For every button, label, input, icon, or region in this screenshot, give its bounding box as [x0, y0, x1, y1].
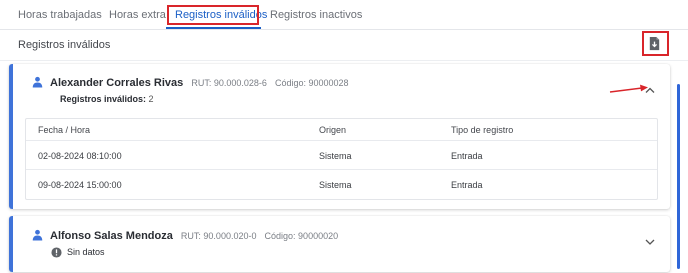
invalid-records-count: 2: [148, 94, 154, 104]
active-tab-indicator: [166, 27, 261, 29]
employee-header: Alexander Corrales Rivas RUT: 90.000.028…: [50, 77, 349, 89]
invalid-records-label: Registros inválidos:: [60, 94, 147, 104]
cell-origen: Sistema: [319, 151, 352, 161]
no-data-status: Sin datos: [51, 247, 105, 258]
person-icon: [32, 229, 43, 241]
chevron-down-icon[interactable]: [645, 238, 655, 246]
invalid-records-table: Fecha / Hora Origen Tipo de registro 02-…: [25, 118, 658, 200]
cell-tipo-registro: Entrada: [451, 151, 483, 161]
cell-fecha-hora: 09-08-2024 15:00:00: [38, 180, 122, 190]
section-title: Registros inválidos: [18, 39, 111, 51]
table-row: 02-08-2024 08:10:00 Sistema Entrada: [26, 141, 657, 170]
employee-header: Alfonso Salas Mendoza RUT: 90.000.020-0 …: [50, 230, 338, 242]
column-header-origen: Origen: [319, 125, 347, 135]
employee-code: Código: 90000028: [274, 78, 349, 88]
tab-bar: Horas trabajadas Horas extra Registros i…: [0, 0, 688, 30]
info-icon: [51, 247, 62, 258]
header-divider: [0, 60, 688, 61]
cell-origen: Sistema: [319, 180, 352, 190]
tab-horas-extra[interactable]: Horas extra: [109, 9, 166, 21]
employee-name: Alfonso Salas Mendoza: [50, 230, 173, 242]
column-header-fecha-hora: Fecha / Hora: [38, 125, 91, 135]
employee-name: Alexander Corrales Rivas: [50, 77, 184, 89]
chevron-up-icon[interactable]: [645, 86, 655, 94]
table-header-row: Fecha / Hora Origen Tipo de registro: [26, 119, 657, 141]
cell-tipo-registro: Entrada: [451, 180, 483, 190]
cell-fecha-hora: 02-08-2024 08:10:00: [38, 151, 122, 161]
tab-registros-inactivos[interactable]: Registros inactivos: [270, 9, 362, 21]
scrollbar[interactable]: [677, 84, 680, 269]
active-tab-highlight-box: [167, 5, 259, 25]
employee-code: Código: 90000020: [264, 231, 339, 241]
column-header-tipo-registro: Tipo de registro: [451, 125, 514, 135]
employee-rut: RUT: 90.000.028-6: [191, 78, 267, 88]
table-row: 09-08-2024 15:00:00 Sistema Entrada: [26, 170, 657, 199]
card-accent-bar: [9, 64, 13, 209]
red-arrow-annotation: [609, 84, 648, 93]
employee-card: Alfonso Salas Mendoza RUT: 90.000.020-0 …: [9, 216, 670, 272]
invalid-records-summary: Registros inválidos: 2: [60, 94, 154, 104]
person-icon: [32, 76, 43, 88]
tab-horas-trabajadas[interactable]: Horas trabajadas: [18, 9, 102, 21]
no-data-text: Sin datos: [67, 247, 105, 257]
employee-rut: RUT: 90.000.020-0: [180, 231, 257, 241]
download-file-icon[interactable]: [647, 36, 662, 51]
employee-card: Alexander Corrales Rivas RUT: 90.000.028…: [9, 64, 670, 209]
card-accent-bar: [9, 216, 13, 272]
